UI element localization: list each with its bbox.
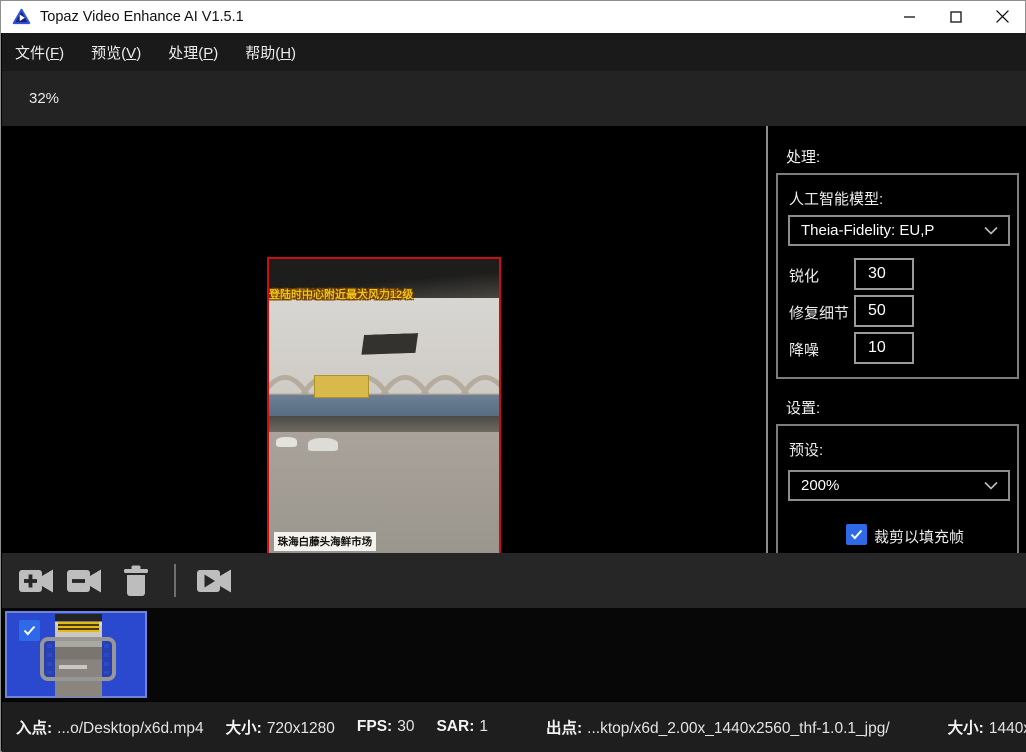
preset-dropdown[interactable]: 200% xyxy=(788,470,1010,501)
status-bar: 入点:...o/Desktop/x6d.mp4 大小:720x1280 FPS:… xyxy=(2,701,1026,752)
app-logo-icon xyxy=(12,8,31,27)
menu-process[interactable]: 处理(P) xyxy=(168,42,218,63)
clip-list xyxy=(2,608,1026,701)
restore-detail-input[interactable] xyxy=(854,295,914,327)
maximize-icon xyxy=(950,11,962,23)
video-bridge-shadow xyxy=(269,416,499,432)
status-in-size: 大小:720x1280 xyxy=(226,716,335,738)
check-icon xyxy=(850,529,863,540)
crop-to-fill-checkbox[interactable] xyxy=(846,524,867,545)
camera-play-icon xyxy=(195,565,233,597)
status-in-point: 入点:...o/Desktop/x6d.mp4 xyxy=(16,716,204,738)
zoom-percent-label: 32% xyxy=(29,90,59,107)
restore-detail-label: 修复细节 xyxy=(789,302,849,323)
preset-label: 预设: xyxy=(789,439,823,460)
clip-thumbnail-selected[interactable] xyxy=(5,611,147,698)
minimize-button[interactable] xyxy=(887,1,933,32)
crop-to-fill-label[interactable]: 裁剪以填充帧 xyxy=(874,526,964,547)
camera-add-icon xyxy=(17,565,55,597)
remove-video-button[interactable] xyxy=(64,563,104,599)
delete-button[interactable] xyxy=(116,563,156,599)
status-out-point: 出点:...ktop/x6d_2.00x_1440x2560_thf-1.0.1… xyxy=(546,716,890,738)
video-mirror-silhouette xyxy=(361,333,419,355)
crop-region-overlay xyxy=(40,637,116,681)
minimize-icon xyxy=(904,11,916,23)
denoise-input[interactable] xyxy=(854,332,914,364)
settings-heading: 设置: xyxy=(786,397,820,418)
preset-value: 200% xyxy=(801,477,984,494)
menu-bar: 文件(F) 预览(V) 处理(P) 帮助(H) xyxy=(2,33,1026,71)
check-icon xyxy=(23,625,36,636)
app-window: Topaz Video Enhance AI V1.5.1 文件(F) 预览(V… xyxy=(0,0,1026,752)
ai-model-value: Theia-Fidelity: EU,P xyxy=(801,222,984,239)
menu-preview[interactable]: 预览(V) xyxy=(91,42,141,63)
title-bar: Topaz Video Enhance AI V1.5.1 xyxy=(1,1,1025,33)
menu-help[interactable]: 帮助(H) xyxy=(245,42,296,63)
video-car xyxy=(276,437,297,448)
sharpen-label: 锐化 xyxy=(789,265,819,286)
toolbar-divider xyxy=(174,564,176,597)
status-out-size: 大小:1440x2560 xyxy=(948,716,1026,738)
video-yellow-sign xyxy=(314,375,369,397)
window-title: Topaz Video Enhance AI V1.5.1 xyxy=(40,9,244,25)
ai-model-group: 人工智能模型: Theia-Fidelity: EU,P 锐化 修复细节 降噪 xyxy=(776,173,1019,379)
video-location-caption: 珠海白藤头海鲜市场 xyxy=(274,532,377,551)
ai-model-label: 人工智能模型: xyxy=(789,188,883,209)
clip-toolbar xyxy=(2,553,1026,608)
ai-model-dropdown[interactable]: Theia-Fidelity: EU,P xyxy=(788,215,1010,246)
preset-group: 预设: 200% 裁剪以填充帧 xyxy=(776,424,1019,553)
status-fps: FPS:30 xyxy=(357,718,415,736)
status-sar: SAR:1 xyxy=(436,718,488,736)
chevron-down-icon xyxy=(984,481,998,490)
settings-panel: 处理: 人工智能模型: Theia-Fidelity: EU,P 锐化 修复细节… xyxy=(768,126,1026,553)
close-icon xyxy=(996,10,1009,23)
sharpen-input[interactable] xyxy=(854,258,914,290)
playback-toolbar: 32% / 357 [ : ] xyxy=(2,71,1026,126)
maximize-button[interactable] xyxy=(933,1,979,32)
close-button[interactable] xyxy=(979,1,1025,32)
video-bridge-arches xyxy=(269,357,499,396)
video-car xyxy=(308,438,338,450)
processing-heading: 处理: xyxy=(786,146,820,167)
chevron-down-icon xyxy=(984,226,998,235)
clip-selected-checkbox[interactable] xyxy=(19,620,40,641)
menu-file[interactable]: 文件(F) xyxy=(15,42,64,63)
add-video-button[interactable] xyxy=(16,563,56,599)
denoise-label: 降噪 xyxy=(789,339,819,360)
camera-remove-icon xyxy=(65,565,103,597)
process-video-button[interactable] xyxy=(194,563,234,599)
video-bridge-deck xyxy=(269,395,499,416)
trash-icon xyxy=(121,564,151,598)
